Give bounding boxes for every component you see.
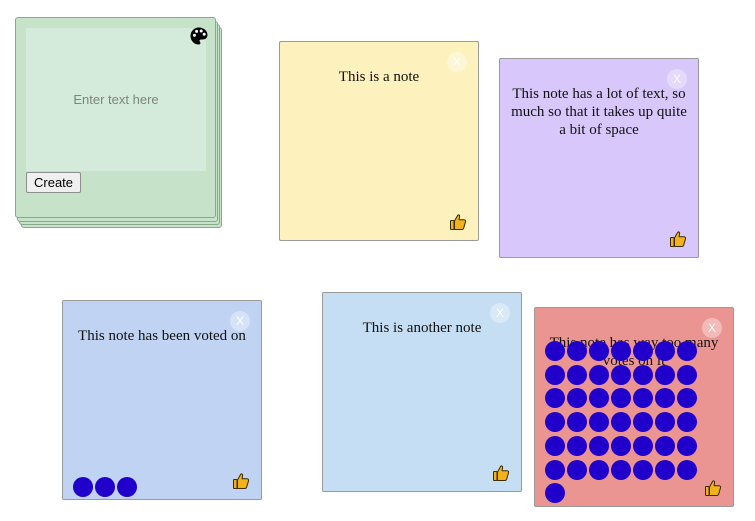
vote-dot [611,459,631,480]
vote-dot [633,341,653,361]
vote-dot [677,459,697,480]
vote-dot [677,435,697,456]
vote-dot [677,412,697,433]
vote-dot [611,388,631,409]
note-text: This is another note [362,320,482,336]
vote-dot [73,477,93,497]
vote-dot [611,412,631,433]
thumbs-up-icon[interactable] [232,472,250,490]
vote-dot [589,412,609,433]
vote-dot [611,341,631,361]
note-text: This note has a lot of text, so much so … [511,86,687,138]
vote-dot [589,388,609,409]
note-creator: Create [15,17,216,218]
vote-dot [95,477,115,497]
vote-dot [589,364,609,385]
note: This is a note X [279,41,479,241]
vote-dot [567,364,587,385]
vote-dot [633,435,653,456]
close-icon[interactable]: X [490,303,510,323]
vote-dot [633,388,653,409]
vote-dot [567,388,587,409]
vote-dot [655,341,675,361]
note: This is another note X [322,292,522,492]
note-text: This is a note [338,69,420,85]
vote-dot [589,459,609,480]
note-text-input[interactable] [26,28,206,171]
thumbs-up-icon[interactable] [669,230,687,248]
note-text: This note has been voted on [78,328,246,344]
vote-dot [545,435,565,456]
close-icon[interactable]: X [447,52,467,72]
note: This note has been voted on X [62,300,262,500]
vote-dot [589,435,609,456]
vote-dot [633,412,653,433]
note: This note has way too many votes on it X [534,307,734,507]
vote-dot [545,483,565,504]
vote-dot [611,435,631,456]
vote-dot [655,459,675,480]
vote-dot [633,459,653,480]
thumbs-up-icon[interactable] [704,479,722,497]
close-icon[interactable]: X [230,311,250,331]
vote-dot [545,364,565,385]
vote-dot [655,435,675,456]
vote-dot [567,435,587,456]
palette-icon[interactable] [189,26,209,46]
vote-dot [545,388,565,409]
close-icon[interactable]: X [702,318,722,338]
vote-dot [545,459,565,480]
create-button[interactable]: Create [26,172,82,193]
vote-dot [655,412,675,433]
vote-dot [677,341,697,361]
vote-dot [655,388,675,409]
vote-dot [611,364,631,385]
vote-dot [589,341,609,361]
vote-dot [567,412,587,433]
vote-dot [545,341,565,361]
vote-dot [545,412,565,433]
vote-dot [117,477,137,497]
vote-dot [655,364,675,385]
vote-dot [677,388,697,409]
thumbs-up-icon[interactable] [449,213,467,231]
vote-dot [567,341,587,361]
vote-dot [567,459,587,480]
close-icon[interactable]: X [667,69,687,89]
thumbs-up-icon[interactable] [492,464,510,482]
vote-dot [633,364,653,385]
note: This note has a lot of text, so much so … [499,58,699,258]
vote-dot [677,364,697,385]
